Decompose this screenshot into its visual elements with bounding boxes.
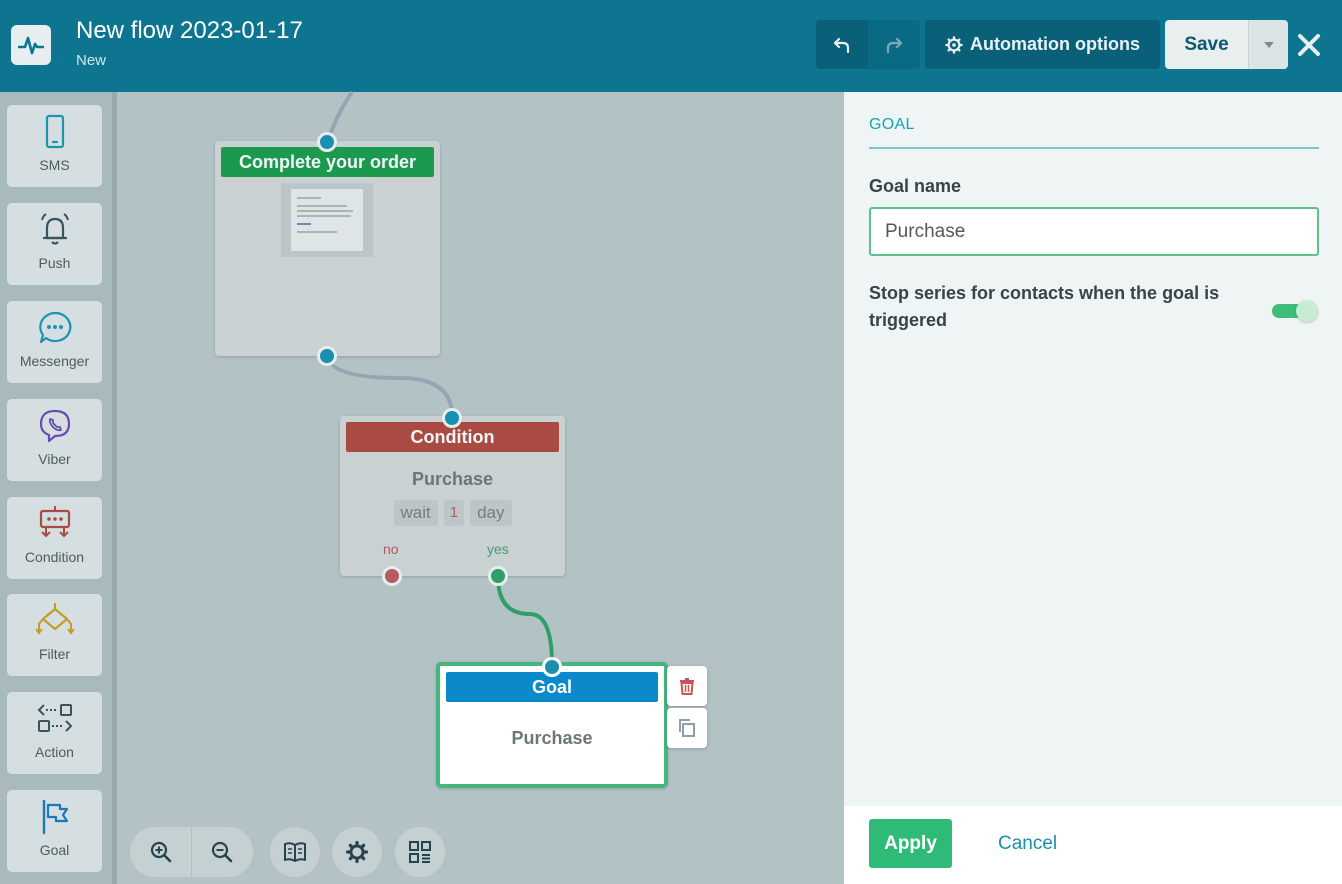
palette-item-label: Condition [24,549,85,565]
goal-node[interactable]: Goal Purchase [436,657,668,788]
action-icon [37,704,72,732]
condition-node-input-port[interactable] [442,408,462,428]
bell-icon [40,213,69,245]
copy-icon [679,719,695,737]
cancel-button[interactable]: Cancel [998,819,1057,868]
wait-label: wait [393,500,438,526]
app-logo[interactable] [11,25,51,65]
duplicate-node-button[interactable] [667,708,707,748]
panel-heading: GOAL [869,116,915,133]
close-button[interactable] [1291,20,1327,69]
goal-name-label: Goal name [869,176,962,196]
palette-item-messenger[interactable]: Messenger [7,301,102,383]
palette-item-label: Filter [38,646,71,662]
condition-node-title: Purchase [411,469,494,489]
palette-item-label: Viber [38,451,71,467]
trash-icon [680,678,694,695]
goal-node-input-port[interactable] [542,657,562,677]
flow-title[interactable]: New flow 2023-01-17 [76,17,303,45]
condition-no-port[interactable] [382,566,402,586]
palette-item-label: Goal [39,842,70,858]
palette-item-sms[interactable]: SMS [7,105,102,187]
automation-options-button[interactable]: Automation options [925,20,1160,69]
save-dropdown-button[interactable] [1248,20,1288,69]
filter-icon [35,603,74,635]
redo-icon [886,37,903,53]
redo-button[interactable] [868,20,920,69]
wait-unit: day [470,500,512,526]
palette-item-action[interactable]: Action [7,692,102,774]
zoom-out-icon [211,841,233,863]
book-icon [284,842,306,862]
condition-yes-port[interactable] [488,566,508,586]
email-preview-thumbnail [281,183,373,257]
palette-item-filter[interactable]: Filter [7,594,102,676]
save-button[interactable]: Save [1165,20,1248,69]
flow-status: New [76,52,107,69]
zoom-out-button[interactable] [191,827,252,877]
automation-options-label: Automation options [970,34,1140,54]
pulse-icon [18,36,44,55]
zoom-in-icon [150,841,171,863]
palette-item-label: Push [38,255,71,271]
palette-item-push[interactable]: Push [7,203,102,285]
email-node-input-port[interactable] [317,132,337,152]
panel-footer: Apply Cancel [844,806,1342,884]
zoom-controls [130,827,253,877]
toggle-knob [1296,300,1318,322]
palette-item-goal[interactable]: Goal [7,790,102,872]
condition-icon [39,506,70,538]
wait-value: 1 [443,500,465,526]
palette-item-label: Messenger [19,353,90,369]
caret-down-icon [1263,41,1274,48]
email-node[interactable]: Complete your order [215,132,440,366]
condition-node[interactable]: Condition Purchase wait 1 day no yes [340,408,565,586]
gear-icon [945,35,963,54]
palette-item-viber[interactable]: Viber [7,399,102,481]
close-icon [1298,33,1320,56]
apply-button[interactable]: Apply [869,819,952,868]
viber-icon [39,409,70,443]
flag-icon [42,799,68,835]
palette-item-condition[interactable]: Condition [7,497,102,579]
delete-node-button[interactable] [667,666,707,706]
undo-icon [833,37,850,53]
goal-settings-panel: GOAL Goal name Stop series for contacts … [844,92,1342,806]
zoom-in-button[interactable] [130,827,191,877]
goal-name-input[interactable] [869,207,1319,256]
canvas-settings-button[interactable] [332,827,382,877]
panel-divider [869,147,1319,149]
stop-series-label: Stop series for contacts when the goal i… [869,283,1220,330]
branch-no-label: no [383,541,399,557]
chat-bubble-icon [38,311,71,344]
stop-series-toggle[interactable] [1272,300,1318,322]
condition-wait-row: wait 1 day [340,500,565,526]
email-node-output-port[interactable] [317,346,337,366]
gear-icon [346,841,368,863]
palette-item-label: SMS [39,157,70,173]
goal-node-title: Purchase [511,728,593,748]
layout-icon [409,841,431,863]
top-bar: New flow 2023-01-17 New Automation optio… [0,0,1342,92]
branch-yes-label: yes [487,541,509,557]
palette-item-label: Action [35,744,74,760]
guide-button[interactable] [270,827,320,877]
undo-button[interactable] [816,20,868,69]
arrange-button[interactable] [395,827,445,877]
phone-icon [45,114,64,149]
